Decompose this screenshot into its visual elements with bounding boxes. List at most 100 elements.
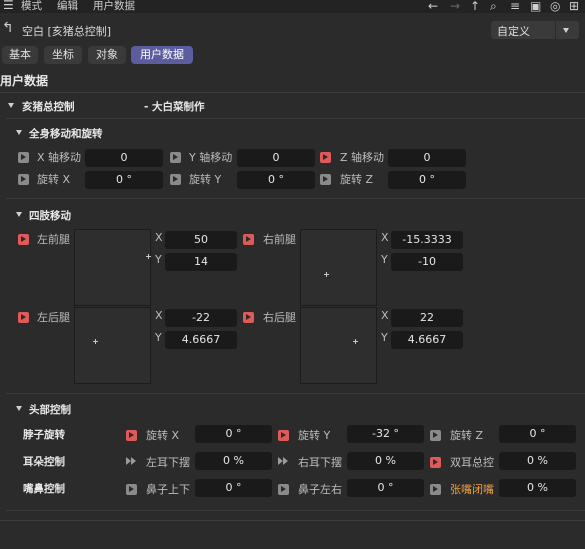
hamburger-icon[interactable]: ☰ [3, 0, 14, 11]
keyframe-icon[interactable] [170, 152, 181, 163]
rot-y-field[interactable]: 0 ° [237, 171, 315, 189]
neck-rot-y-field[interactable]: -32 ° [347, 425, 424, 443]
collapse-body-icon[interactable] [16, 130, 22, 135]
rot-x-field[interactable]: 0 ° [85, 171, 163, 189]
back-left-y-field[interactable]: 4.6667 [165, 331, 237, 349]
neck-rot-z-field[interactable]: 0 ° [499, 425, 576, 443]
back-right-leg-pad[interactable] [300, 307, 377, 384]
back-right-y-field[interactable]: 4.6667 [391, 331, 463, 349]
right-ear-field[interactable]: 0 % [347, 452, 424, 470]
null-object-icon: ↰ [2, 20, 14, 36]
y-label: Y [381, 331, 388, 344]
lock-icon[interactable]: ▣ [530, 0, 541, 12]
divider [6, 393, 585, 394]
front-left-x-field[interactable]: 50 [165, 231, 237, 249]
keyframe-icon[interactable] [430, 457, 441, 468]
move-x-field[interactable]: 0 [85, 149, 163, 167]
fast-forward-icon[interactable] [278, 456, 289, 467]
pad-handle[interactable] [146, 254, 151, 259]
keyframe-icon[interactable] [278, 484, 289, 495]
keyframe-icon[interactable] [18, 312, 29, 323]
ear-control-label: 耳朵控制 [23, 456, 65, 468]
back-arrow-icon[interactable]: ← [428, 0, 438, 12]
front-right-leg-label: 右前腿 [263, 233, 296, 246]
move-z-field[interactable]: 0 [388, 149, 466, 167]
fast-forward-icon[interactable] [126, 456, 137, 467]
front-left-leg-pad[interactable] [74, 229, 151, 306]
both-ears-label: 双耳总控 [450, 456, 494, 469]
keyframe-icon[interactable] [18, 174, 29, 185]
keyframe-icon[interactable] [126, 430, 137, 441]
target-icon[interactable]: ◎ [550, 0, 560, 12]
back-left-x-field[interactable]: -22 [165, 309, 237, 327]
object-title-bar: ↰ 空白 [亥猪总控制] 自定义 [0, 13, 585, 45]
keyframe-icon[interactable] [170, 174, 181, 185]
pad-handle[interactable] [324, 272, 329, 277]
move-y-field[interactable]: 0 [237, 149, 315, 167]
x-label: X [155, 231, 163, 244]
back-right-x-field[interactable]: 22 [391, 309, 463, 327]
keyframe-icon[interactable] [126, 484, 137, 495]
neck-rot-x-label: 旋转 X [146, 429, 180, 442]
keyframe-icon[interactable] [278, 430, 289, 441]
tab-user-data[interactable]: 用户数据 [131, 46, 193, 64]
keyframe-icon[interactable] [430, 430, 441, 441]
x-label: X [155, 309, 163, 322]
front-left-leg-label: 左前腿 [37, 233, 70, 246]
pad-handle[interactable] [353, 339, 358, 344]
keyframe-icon[interactable] [18, 152, 29, 163]
open-close-mouth-field[interactable]: 0 % [499, 479, 576, 497]
divider [0, 520, 585, 521]
menu-edit[interactable]: 编辑 [57, 0, 78, 13]
keyframe-icon[interactable] [430, 484, 441, 495]
move-x-label: X 轴移动 [37, 151, 82, 164]
front-right-x-field[interactable]: -15.3333 [391, 231, 463, 249]
keyframe-icon[interactable] [320, 174, 331, 185]
menu-user-data[interactable]: 用户数据 [93, 0, 135, 13]
neck-rot-z-label: 旋转 Z [450, 429, 484, 442]
front-right-leg-pad[interactable] [300, 229, 377, 306]
pad-handle[interactable] [93, 339, 98, 344]
collapse-limbs-icon[interactable] [16, 212, 22, 217]
collapse-head-icon[interactable] [16, 406, 22, 411]
back-left-leg-pad[interactable] [74, 307, 151, 384]
collapse-main-icon[interactable] [8, 103, 14, 108]
left-ear-field[interactable]: 0 % [195, 452, 272, 470]
keyframe-icon[interactable] [320, 152, 331, 163]
rot-z-label: 旋转 Z [340, 173, 374, 186]
group-main-label: 亥猪总控制 [22, 101, 75, 113]
nose-leftright-field[interactable]: 0 ° [347, 479, 424, 497]
rot-x-label: 旋转 X [37, 173, 71, 186]
left-ear-label: 左耳下摆 [146, 456, 190, 469]
preset-dropdown[interactable]: 自定义 [491, 21, 579, 39]
filter-icon[interactable]: ≡ [510, 0, 520, 12]
mouth-nose-label: 嘴鼻控制 [23, 483, 65, 495]
nose-updown-field[interactable]: 0 ° [195, 479, 272, 497]
add-panel-icon[interactable]: ⊞ [569, 0, 579, 12]
divider [6, 198, 585, 199]
move-z-label: Z 轴移动 [340, 151, 385, 164]
both-ears-field[interactable]: 0 % [499, 452, 576, 470]
keyframe-icon[interactable] [243, 312, 254, 323]
keyframe-icon[interactable] [18, 234, 29, 245]
open-close-mouth-label: 张嘴闭嘴 [450, 483, 494, 496]
neck-rot-x-field[interactable]: 0 ° [195, 425, 272, 443]
group-main-note: - 大白菜制作 [144, 101, 205, 113]
back-right-leg-label: 右后腿 [263, 311, 296, 324]
tab-coord[interactable]: 坐标 [44, 46, 82, 64]
right-ear-label: 右耳下摆 [298, 456, 342, 469]
neck-rot-y-label: 旋转 Y [298, 429, 331, 442]
rot-y-label: 旋转 Y [189, 173, 222, 186]
front-right-y-field[interactable]: -10 [391, 253, 463, 271]
nose-leftright-label: 鼻子左右 [298, 483, 342, 496]
front-left-y-field[interactable]: 14 [165, 253, 237, 271]
rot-z-field[interactable]: 0 ° [388, 171, 466, 189]
tab-basic[interactable]: 基本 [2, 46, 38, 64]
keyframe-icon[interactable] [243, 234, 254, 245]
menu-mode[interactable]: 模式 [21, 0, 42, 13]
divider [6, 510, 585, 511]
tab-object[interactable]: 对象 [88, 46, 126, 64]
search-icon[interactable]: ⌕ [490, 0, 497, 12]
up-arrow-icon[interactable]: ↑ [470, 0, 480, 12]
forward-arrow-icon[interactable]: → [450, 0, 460, 12]
